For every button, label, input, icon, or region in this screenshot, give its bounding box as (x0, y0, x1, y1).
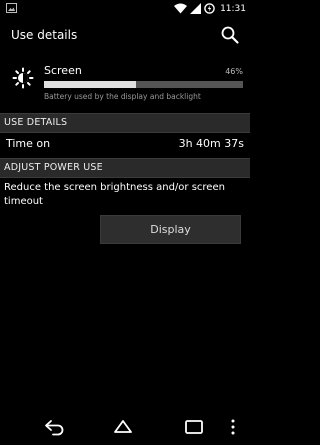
usage-percent: 46% (225, 67, 243, 76)
brightness-icon (12, 67, 34, 89)
power-suggestion-text: Reduce the screen brightness and/or scre… (4, 182, 225, 207)
app-name: Screen (44, 64, 82, 77)
app-usage-row: Screen 46% Battery used by the display a… (0, 55, 250, 113)
adjust-power-header: ADJUST POWER USE (0, 158, 250, 178)
use-details-header: USE DETAILS (0, 113, 250, 133)
usage-bar-fill (44, 81, 136, 88)
navigation-bar (0, 409, 250, 445)
detail-row-time-on: Time on 3h 40m 37s (0, 133, 250, 155)
detail-label: Time on (6, 137, 51, 150)
usage-bar (44, 81, 243, 88)
status-bar: 11:31 (0, 0, 250, 17)
back-icon[interactable] (44, 417, 66, 437)
use-details-header-label: USE DETAILS (4, 117, 68, 128)
cell-signal-icon (190, 3, 202, 14)
image-notification-icon (6, 3, 17, 13)
adjust-power-header-label: ADJUST POWER USE (4, 162, 103, 173)
battery-charging-icon (204, 3, 215, 14)
action-bar: Use details (0, 17, 250, 55)
display-button[interactable]: Display (100, 215, 241, 244)
recents-icon[interactable] (183, 417, 205, 437)
status-time: 11:31 (220, 3, 246, 14)
search-icon[interactable] (220, 25, 240, 45)
page-title: Use details (11, 28, 78, 42)
home-icon[interactable] (112, 417, 134, 437)
detail-value: 3h 40m 37s (178, 137, 244, 150)
wifi-icon (174, 3, 188, 14)
app-description: Battery used by the display and backligh… (44, 92, 201, 101)
overflow-menu-icon[interactable] (226, 417, 240, 437)
